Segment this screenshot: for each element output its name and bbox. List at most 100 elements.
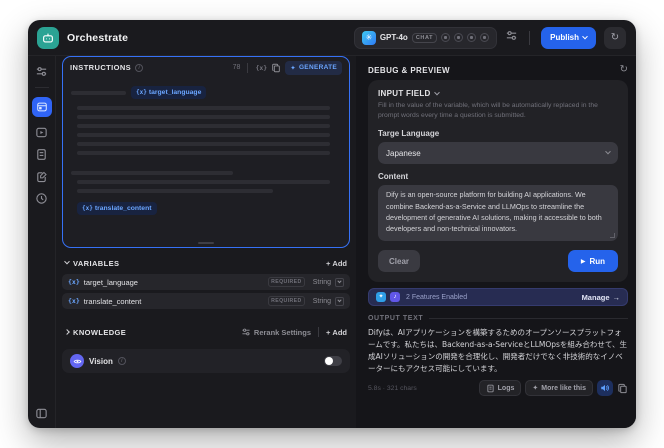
input-field-header[interactable]: INPUT FIELD — [378, 89, 618, 98]
chevron-down-icon — [582, 33, 588, 39]
orchestrate-panel: INSTRUCTIONS i 78 {x} ✦ GENERATE {x} tar… — [56, 56, 356, 428]
chevron-right-icon — [64, 329, 70, 335]
vision-toggle[interactable] — [324, 356, 342, 366]
target-language-select[interactable]: Japanese — [378, 142, 618, 165]
rail-divider — [34, 87, 49, 88]
prompt-text-skeleton — [77, 124, 330, 128]
variable-name: target_language — [83, 277, 138, 287]
target-language-label: Targe Language — [378, 129, 440, 139]
app-window: Orchestrate ✳ GPT-4o CHAT Publish ↻ INST… — [28, 20, 636, 428]
features-enabled-bar[interactable]: ✦ ♪ 2 Features Enabled Manage → — [368, 288, 628, 307]
play-icon: ▶ — [580, 258, 586, 265]
rail-orchestrate-tab[interactable] — [31, 97, 52, 117]
resize-corner-icon[interactable] — [610, 233, 615, 239]
info-icon[interactable]: i — [135, 63, 144, 72]
sparkle-icon: ✦ — [532, 385, 539, 393]
vision-label: Vision — [89, 356, 113, 366]
prompt-line: {x} translate_content — [77, 200, 341, 218]
prompt-text-skeleton — [77, 106, 330, 110]
instructions-editor[interactable]: INSTRUCTIONS i 78 {x} ✦ GENERATE {x} tar… — [62, 56, 350, 248]
clear-button[interactable]: Clear — [378, 250, 421, 273]
add-knowledge-button[interactable]: + Add — [326, 328, 347, 337]
insert-variable-icon[interactable]: {x} — [255, 64, 267, 72]
logs-button[interactable]: Logs — [478, 380, 522, 397]
debug-title: DEBUG & PREVIEW — [368, 65, 451, 75]
text-to-speech-button[interactable] — [597, 380, 613, 397]
capability-icon — [454, 33, 464, 42]
arrow-right-icon: → — [612, 292, 621, 302]
info-icon[interactable]: i — [117, 357, 126, 365]
app-body: INSTRUCTIONS i 78 {x} ✦ GENERATE {x} tar… — [28, 56, 636, 428]
left-rail — [28, 56, 56, 428]
prompt-text-skeleton — [77, 189, 273, 193]
rail-preview-icon[interactable] — [35, 126, 48, 139]
capability-icon — [480, 33, 490, 42]
page-title: Orchestrate — [67, 31, 129, 44]
variable-chip: {x} translate_content — [77, 202, 157, 216]
instructions-header: INSTRUCTIONS i 78 {x} ✦ GENERATE — [63, 57, 349, 78]
variable-type-selector-icon[interactable] — [335, 296, 344, 306]
prompt-text-skeleton — [77, 115, 330, 119]
add-variable-button[interactable]: + Add — [326, 259, 347, 268]
variable-token-icon: {x} — [68, 297, 80, 305]
variable-type: String — [312, 297, 331, 305]
rail-annotation-icon[interactable] — [35, 170, 48, 183]
output-footer: 5.8s · 321 chars Logs ✦ More like this — [368, 380, 628, 397]
variable-token-icon: {x} — [68, 278, 80, 286]
header-divider — [529, 30, 531, 45]
variable-row[interactable]: {x} target_language REQUIRED String — [62, 274, 350, 290]
prompt-text-skeleton — [77, 151, 330, 155]
rail-settings-sliders-icon[interactable] — [35, 65, 48, 78]
variable-chip: {x} target_language — [131, 86, 207, 99]
rerank-settings-button[interactable]: Rerank Settings — [241, 327, 311, 337]
variable-row[interactable]: {x} translate_content REQUIRED String — [62, 293, 350, 309]
feature-icon: ♪ — [390, 292, 400, 303]
prompt-text-skeleton — [77, 142, 330, 146]
content-label: Content — [378, 172, 409, 182]
chevron-down-icon — [605, 149, 611, 155]
output-text: Difyは、AIアプリケーションを構築するためのオープンソースプラットフォームで… — [368, 328, 628, 374]
instructions-title: INSTRUCTIONS — [70, 63, 132, 72]
manage-features-button[interactable]: Manage → — [582, 293, 620, 302]
variable-name: translate_content — [83, 296, 142, 306]
publish-button[interactable]: Publish — [541, 26, 596, 49]
sparkle-icon: ✦ — [290, 64, 296, 72]
prompt-text-skeleton — [77, 180, 330, 184]
copy-icon[interactable] — [617, 383, 628, 394]
model-provider-icon: ✳ — [361, 30, 376, 45]
knowledge-title: KNOWLEDGE — [73, 327, 127, 337]
instructions-divider — [247, 62, 249, 73]
rail-history-icon[interactable] — [35, 192, 48, 205]
model-name: GPT-4o — [379, 33, 408, 42]
generate-button[interactable]: ✦ GENERATE — [285, 60, 342, 75]
restart-icon[interactable]: ↻ — [620, 65, 628, 75]
copy-icon[interactable] — [271, 63, 281, 73]
output-section-header: OUTPUT TEXT — [368, 315, 628, 322]
prompt-text-skeleton — [77, 133, 330, 137]
version-history-button[interactable]: ↻ — [604, 26, 626, 49]
model-selector[interactable]: ✳ GPT-4o CHAT — [353, 26, 498, 49]
knowledge-section-header[interactable]: KNOWLEDGE Rerank Settings + Add — [62, 321, 350, 343]
variable-type: String — [312, 278, 331, 286]
prompt-text-skeleton — [71, 171, 233, 175]
instructions-body[interactable]: {x} target_language {x} translate_conten… — [63, 78, 349, 247]
feature-icon: ✦ — [376, 292, 386, 303]
plus-icon: + — [326, 327, 331, 337]
chevron-down-icon — [64, 258, 70, 265]
variables-section-header[interactable]: VARIABLES + Add — [62, 252, 350, 274]
model-params-icon[interactable] — [505, 29, 518, 47]
content-textarea[interactable]: Dify is an open-source platform for buil… — [378, 185, 618, 242]
rail-collapse-panel-icon[interactable] — [35, 407, 48, 420]
debug-preview-panel: DEBUG & PREVIEW ↻ INPUT FIELD Fill in th… — [356, 56, 636, 428]
editor-resize-handle[interactable] — [198, 242, 214, 244]
input-field-card: INPUT FIELD Fill in the value of the var… — [368, 80, 628, 283]
capability-icon — [467, 33, 477, 42]
debug-header: DEBUG & PREVIEW ↻ — [368, 60, 628, 80]
knowledge-divider — [318, 327, 320, 337]
run-button[interactable]: ▶ Run — [567, 250, 618, 273]
variables-title: VARIABLES — [73, 258, 120, 268]
char-count: 78 — [232, 64, 241, 71]
rail-logs-icon[interactable] — [35, 148, 48, 161]
more-like-this-button[interactable]: ✦ More like this — [525, 380, 593, 397]
variable-type-selector-icon[interactable] — [335, 277, 344, 287]
